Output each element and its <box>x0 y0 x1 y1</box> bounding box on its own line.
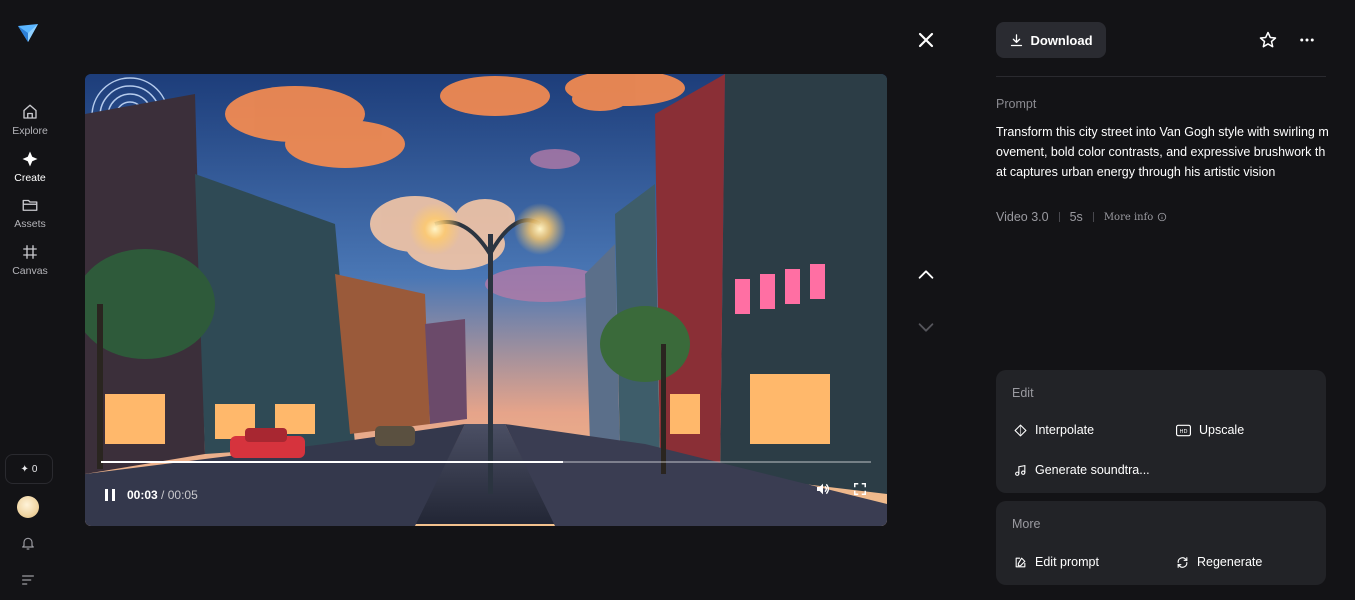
playback-controls: 00:03 / 00:05 <box>103 488 198 502</box>
more-info-link[interactable]: More info <box>1104 212 1168 223</box>
chevron-up-icon <box>918 270 934 279</box>
sidebar-item-label: Create <box>14 172 46 184</box>
grid-hash-icon <box>23 245 37 259</box>
sidebar-item-create[interactable]: Create <box>0 150 60 184</box>
sidebar-item-label: Canvas <box>12 265 48 277</box>
download-button[interactable]: Download <box>996 22 1106 58</box>
edit-card: Edit Interpolate HD Upscale Generate sou… <box>996 370 1326 493</box>
time-total: / 00:05 <box>161 488 198 502</box>
video-frame <box>85 74 887 526</box>
more-options-button[interactable] <box>1298 31 1316 54</box>
upscale-label: Upscale <box>1199 423 1245 437</box>
sidebar-item-explore[interactable]: Explore <box>0 103 60 137</box>
video-player[interactable]: 00:03 / 00:05 <box>85 74 887 526</box>
close-icon <box>918 32 934 48</box>
credits-badge[interactable]: ✦ 0 <box>5 454 53 484</box>
divider <box>1092 212 1094 222</box>
credits-count: 0 <box>31 463 38 475</box>
fullscreen-button[interactable] <box>853 482 867 501</box>
previous-button[interactable] <box>915 264 937 291</box>
edit-card-title: Edit <box>1012 386 1034 400</box>
avatar[interactable] <box>17 496 39 518</box>
pause-button[interactable] <box>103 488 117 502</box>
progress-bar[interactable] <box>101 461 871 463</box>
more-card-title: More <box>1012 517 1041 531</box>
progress-fill <box>101 461 563 463</box>
time-current: 00:03 <box>127 488 158 502</box>
upscale-button[interactable]: HD Upscale <box>1176 423 1244 437</box>
refresh-icon <box>1177 556 1188 568</box>
details-panel: Download Prompt Transform this city stre… <box>996 0 1329 600</box>
sidebar-item-label: Assets <box>14 218 46 230</box>
prompt-text: Transform this city street into Van Gogh… <box>996 125 1329 179</box>
ellipsis-icon <box>1300 38 1314 42</box>
folder-icon <box>22 199 38 211</box>
sparkle-icon <box>22 151 38 167</box>
menu-icon[interactable] <box>20 572 36 593</box>
chevron-down-icon <box>918 323 934 332</box>
download-label: Download <box>1030 32 1093 48</box>
sparkle-icon: ✦ <box>20 463 29 475</box>
app-root: Explore Create Assets Canvas ✦ 0 00:03 /… <box>0 0 1355 600</box>
divider <box>996 76 1326 77</box>
model-label: Video 3.0 <box>996 210 1049 224</box>
info-icon <box>1158 212 1167 222</box>
edit-icon <box>1015 557 1026 567</box>
edit-prompt-button[interactable]: Edit prompt <box>1014 555 1099 569</box>
pause-icon <box>105 489 115 501</box>
home-icon <box>23 104 37 119</box>
svg-text:HD: HD <box>1180 428 1188 434</box>
prompt-heading: Prompt <box>996 97 1037 111</box>
bell-icon[interactable] <box>20 535 36 556</box>
sidebar-item-assets[interactable]: Assets <box>0 196 60 230</box>
more-card: More Edit prompt Regenerate <box>996 501 1326 585</box>
brand-logo-icon[interactable] <box>16 22 40 46</box>
download-icon <box>1011 33 1023 46</box>
video-meta: Video 3.0 5s More info <box>996 210 1167 224</box>
regenerate-label: Regenerate <box>1197 555 1263 569</box>
sidebar-item-label: Explore <box>12 125 48 137</box>
star-icon <box>1259 31 1277 48</box>
divider <box>1058 212 1060 222</box>
next-button[interactable] <box>915 316 937 343</box>
music-note-icon <box>1015 464 1026 476</box>
volume-button[interactable] <box>815 481 831 502</box>
regenerate-button[interactable]: Regenerate <box>1176 555 1262 569</box>
interpolate-icon <box>1014 424 1027 436</box>
generate-soundtrack-label: Generate soundtra... <box>1035 463 1150 477</box>
favorite-button[interactable] <box>1258 30 1278 55</box>
more-info-label: More info <box>1103 211 1154 223</box>
interpolate-button[interactable]: Interpolate <box>1014 423 1094 437</box>
hd-icon: HD <box>1176 424 1191 436</box>
fullscreen-icon <box>854 483 866 495</box>
close-button[interactable] <box>914 28 938 52</box>
interpolate-label: Interpolate <box>1035 423 1095 437</box>
sidebar-item-canvas[interactable]: Canvas <box>0 243 60 277</box>
edit-prompt-label: Edit prompt <box>1035 555 1099 569</box>
duration-label: 5s <box>1069 210 1083 224</box>
sidebar: Explore Create Assets Canvas ✦ 0 <box>0 0 60 600</box>
generate-soundtrack-button[interactable]: Generate soundtra... <box>1014 463 1150 477</box>
speaker-icon <box>817 483 829 495</box>
